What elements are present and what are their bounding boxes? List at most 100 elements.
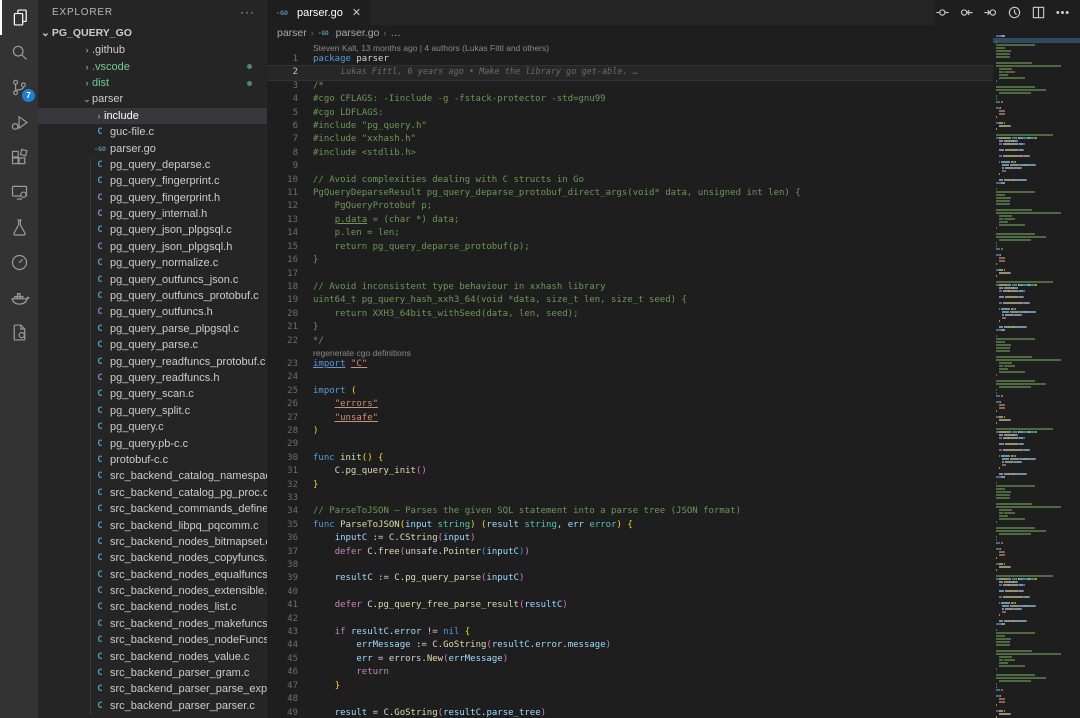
code-line-36[interactable]: 36 inputC := C.CString(input) — [267, 532, 1080, 545]
code-line-28[interactable]: 28) — [267, 425, 1080, 438]
code-line-46[interactable]: 46 return — [267, 666, 1080, 679]
line-number[interactable]: 46 — [267, 666, 298, 679]
line-number[interactable]: 20 — [267, 308, 298, 321]
line-number[interactable]: 8 — [267, 147, 298, 160]
line-number[interactable]: 5 — [267, 107, 298, 120]
codelens-regenerate-cgo[interactable]: regenerate cgo definitions — [313, 348, 1080, 358]
tree-file-src_backend_nodes_makefuncs.c[interactable]: Csrc_backend_nodes_makefuncs.c — [38, 616, 267, 632]
split-editor-icon[interactable] — [1031, 5, 1046, 20]
more-actions-icon[interactable] — [1055, 5, 1070, 20]
code-line-39[interactable]: 39 resultC := C.pg_query_parse(inputC) — [267, 572, 1080, 585]
line-number[interactable]: 2 — [267, 66, 298, 79]
code-line-12[interactable]: 12 PgQueryProtobuf p; — [267, 200, 1080, 213]
activity-bar-run-debug[interactable] — [0, 105, 38, 140]
code-line-38[interactable]: 38 — [267, 559, 1080, 572]
tree-file-src_backend_catalog_namespace.c[interactable]: Csrc_backend_catalog_namespace.c — [38, 468, 267, 484]
minimap[interactable] — [993, 25, 1080, 718]
open-changes-icon[interactable] — [935, 5, 950, 20]
code-line-18[interactable]: 18// Avoid inconsistent type behaviour i… — [267, 281, 1080, 294]
tree-file-src_backend_commands_define.c[interactable]: Csrc_backend_commands_define.c — [38, 501, 267, 517]
code-line-45[interactable]: 45 err = errors.New(errMessage) — [267, 653, 1080, 666]
tree-file-pg_query_readfuncs.h[interactable]: Cpg_query_readfuncs.h — [38, 370, 267, 386]
workspace-root-folder[interactable]: ⌄ PG_QUERY_GO — [38, 24, 267, 42]
tree-file-src_backend_nodes_equalfuncs.c[interactable]: Csrc_backend_nodes_equalfuncs.c — [38, 567, 267, 583]
code-line-14[interactable]: 14 p.len = len; — [267, 227, 1080, 240]
line-number[interactable]: 13 — [267, 214, 298, 227]
line-number[interactable]: 48 — [267, 693, 298, 706]
tree-file-src_backend_libpq_pqcomm.c[interactable]: Csrc_backend_libpq_pqcomm.c — [38, 517, 267, 533]
code-line-20[interactable]: 20 return XXH3_64bits_withSeed(data, len… — [267, 308, 1080, 321]
tree-file-pg_query_parse.c[interactable]: Cpg_query_parse.c — [38, 337, 267, 353]
code-line-2[interactable]: 2Lukas Fittl, 6 years ago • Make the lib… — [267, 66, 1080, 79]
tree-file-pg_query.c[interactable]: Cpg_query.c — [38, 419, 267, 435]
tree-file-pg_query_outfuncs_json.c[interactable]: Cpg_query_outfuncs_json.c — [38, 271, 267, 287]
code-line-11[interactable]: 11PgQueryDeparseResult pg_query_deparse_… — [267, 187, 1080, 200]
line-number[interactable]: 6 — [267, 120, 298, 133]
more-actions-icon[interactable]: ··· — [240, 5, 255, 19]
activity-bar-file-settings[interactable] — [0, 315, 38, 350]
line-number[interactable]: 1 — [267, 53, 298, 66]
line-number[interactable]: 33 — [267, 492, 298, 505]
close-icon[interactable]: ✕ — [352, 6, 361, 19]
tree-file-src_backend_parser_parse_expr.c[interactable]: Csrc_backend_parser_parse_expr.c — [38, 681, 267, 697]
line-number[interactable]: 26 — [267, 398, 298, 411]
tree-file-pg_query_outfuncs_protobuf.c[interactable]: Cpg_query_outfuncs_protobuf.c — [38, 288, 267, 304]
code-line-13[interactable]: 13 p.data = (char *) data; — [267, 214, 1080, 227]
tree-file-pg_query_parse_plpgsql.c[interactable]: Cpg_query_parse_plpgsql.c — [38, 321, 267, 337]
code-line-17[interactable]: 17 — [267, 268, 1080, 281]
tree-file-src_backend_nodes_list.c[interactable]: Csrc_backend_nodes_list.c — [38, 599, 267, 615]
line-number[interactable]: 4 — [267, 93, 298, 106]
breadcrumb-item-symbol[interactable]: … — [390, 27, 401, 39]
code-editor[interactable]: Steven Kalt, 13 months ago | 4 authors (… — [267, 41, 1080, 718]
tree-file-pg_query_deparse.c[interactable]: Cpg_query_deparse.c — [38, 157, 267, 173]
line-number[interactable]: 37 — [267, 546, 298, 559]
line-number[interactable]: 19 — [267, 294, 298, 307]
code-line-22[interactable]: 22*/ — [267, 335, 1080, 348]
line-number[interactable]: 47 — [267, 680, 298, 693]
line-number[interactable]: 42 — [267, 613, 298, 626]
codelens-authors[interactable]: Steven Kalt, 13 months ago | 4 authors (… — [313, 43, 1080, 53]
tree-file-guc-file.c[interactable]: Cguc-file.c — [38, 124, 267, 140]
line-number[interactable]: 11 — [267, 187, 298, 200]
code-line-40[interactable]: 40 — [267, 586, 1080, 599]
line-number[interactable]: 44 — [267, 639, 298, 652]
code-line-3[interactable]: 3/* — [267, 80, 1080, 93]
code-line-43[interactable]: 43 if resultC.error != nil { — [267, 626, 1080, 639]
code-line-4[interactable]: 4#cgo CFLAGS: -Iinclude -g -fstack-prote… — [267, 93, 1080, 106]
timeline-icon[interactable] — [1007, 5, 1022, 20]
line-number[interactable]: 43 — [267, 626, 298, 639]
line-number[interactable]: 10 — [267, 174, 298, 187]
next-change-icon[interactable] — [983, 5, 998, 20]
line-number[interactable]: 24 — [267, 371, 298, 384]
line-number[interactable]: 14 — [267, 227, 298, 240]
line-number[interactable]: 41 — [267, 599, 298, 612]
activity-bar-explorer[interactable] — [0, 0, 38, 35]
activity-bar-testing[interactable] — [0, 210, 38, 245]
activity-bar-gauge[interactable] — [0, 245, 38, 280]
line-number[interactable]: 23 — [267, 358, 298, 371]
tree-file-src_backend_parser_gram.c[interactable]: Csrc_backend_parser_gram.c — [38, 665, 267, 681]
tree-folder-parser[interactable]: ⌄parser — [38, 91, 267, 107]
line-number[interactable]: 18 — [267, 281, 298, 294]
code-line-35[interactable]: 35func ParseToJSON(input string) (result… — [267, 519, 1080, 532]
activity-bar-extensions[interactable] — [0, 140, 38, 175]
line-number[interactable]: 32 — [267, 479, 298, 492]
line-number[interactable]: 7 — [267, 133, 298, 146]
code-line-32[interactable]: 32} — [267, 479, 1080, 492]
line-number[interactable]: 27 — [267, 412, 298, 425]
code-line-6[interactable]: 6#include "pg_query.h" — [267, 120, 1080, 133]
tree-file-pg_query_fingerprint.h[interactable]: Cpg_query_fingerprint.h — [38, 190, 267, 206]
activity-bar-docker[interactable] — [0, 280, 38, 315]
tree-file-pg_query_readfuncs_protobuf.c[interactable]: Cpg_query_readfuncs_protobuf.c — [38, 353, 267, 369]
code-line-9[interactable]: 9 — [267, 160, 1080, 173]
code-line-49[interactable]: 49 result = C.GoString(resultC.parse_tre… — [267, 707, 1080, 718]
tree-file-pg_query_normalize.c[interactable]: Cpg_query_normalize.c — [38, 255, 267, 271]
tree-file-src_backend_nodes_value.c[interactable]: Csrc_backend_nodes_value.c — [38, 648, 267, 664]
line-number[interactable]: 25 — [267, 385, 298, 398]
code-line-19[interactable]: 19uint64_t pg_query_hash_xxh3_64(void *d… — [267, 294, 1080, 307]
tree-folder-.vscode[interactable]: ›.vscode — [38, 58, 267, 74]
tree-file-src_backend_nodes_extensible.c[interactable]: Csrc_backend_nodes_extensible.c — [38, 583, 267, 599]
line-number[interactable]: 15 — [267, 241, 298, 254]
code-line-16[interactable]: 16} — [267, 254, 1080, 267]
line-number[interactable]: 21 — [267, 321, 298, 334]
